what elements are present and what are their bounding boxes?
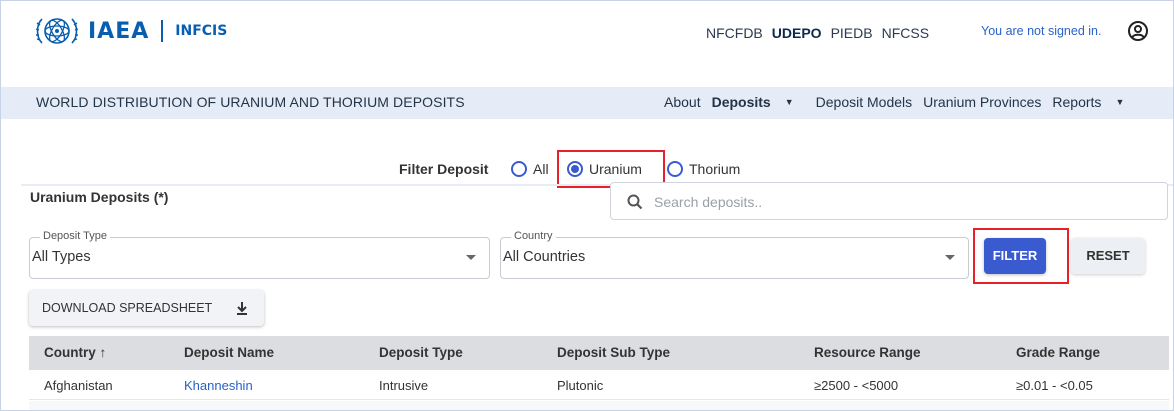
cell-deposit-name-link[interactable]: Khanneshin [184,378,253,393]
deposit-type-select[interactable]: Deposit Type All Types [29,230,490,279]
nav-about[interactable]: About [664,94,701,110]
deposit-type-legend: Deposit Type [40,230,111,242]
column-header-grade-range[interactable]: Grade Range [1016,345,1100,360]
logo-text: IAEA [88,18,150,44]
cell-deposit-sub-type: Plutonic [557,378,604,393]
app-link-piedb[interactable]: PIEDB [831,25,873,41]
logo-separator [161,20,164,42]
nav-deposits-label: Deposits [711,94,771,110]
nav-reports-label: Reports [1052,94,1102,110]
cell-grade-range: ≥0.01 - <0.05 [1016,378,1093,393]
radio-thorium-label: Thorium [689,161,741,177]
nav-deposits[interactable]: Deposits ▼ [712,94,805,110]
app-link-nfcss[interactable]: NFCSS [882,25,929,41]
nav-reports[interactable]: Reports ▼ [1052,94,1135,110]
radio-circle [667,161,683,177]
radio-all-label: All [533,161,549,177]
column-header-resource-range[interactable]: Resource Range [814,345,921,360]
radio-all[interactable]: All [511,161,549,177]
signin-status-link[interactable]: You are not signed in. [981,24,1101,38]
reset-button[interactable]: RESET [1071,238,1145,274]
chevron-down-icon: ▼ [784,97,794,107]
deposit-type-value: All Types [32,249,91,265]
page-frame: IAEA INFCIS NFCFDB UDEPO PIEDB NFCSS You… [0,0,1174,411]
column-header-deposit-sub-type[interactable]: Deposit Sub Type [557,345,670,360]
search-icon [627,194,643,210]
download-icon [237,302,247,315]
nav-links: About Deposits ▼ Deposit Models Uranium P… [664,94,1146,110]
column-header-country[interactable]: Country ↑ [44,345,106,360]
table-row-next [29,401,1169,410]
column-header-deposit-name[interactable]: Deposit Name [184,345,274,360]
section-title: Uranium Deposits (*) [30,189,169,205]
site-title[interactable]: WORLD DISTRIBUTION OF URANIUM AND THORIU… [36,94,465,110]
nav-uranium-provinces[interactable]: Uranium Provinces [923,94,1041,110]
search-placeholder: Search deposits.. [654,194,763,210]
country-select[interactable]: Country All Countries [500,230,969,279]
download-spreadsheet-button[interactable]: DOWNLOAD SPREADSHEET [29,290,264,326]
nav-deposit-models[interactable]: Deposit Models [816,94,913,110]
iaea-emblem-icon [35,18,79,44]
radio-circle [511,161,527,177]
country-legend: Country [511,230,556,242]
download-label: DOWNLOAD SPREADSHEET [42,301,213,315]
filter-highlight-box [973,228,1069,284]
chevron-down-icon: ▼ [1115,97,1125,107]
radio-thorium[interactable]: Thorium [667,161,740,177]
search-input[interactable]: Search deposits.. [610,182,1168,220]
cell-country: Afghanistan [44,378,113,393]
caret-down-icon [466,255,476,260]
column-header-deposit-type[interactable]: Deposit Type [379,345,463,360]
app-switcher: NFCFDB UDEPO PIEDB NFCSS [706,25,938,41]
country-value: All Countries [503,249,586,265]
cell-resource-range: ≥2500 - <5000 [814,378,899,393]
caret-down-icon [945,255,955,260]
cell-deposit-type: Intrusive [379,378,429,393]
filter-deposit-label: Filter Deposit [399,161,489,177]
app-link-udepo[interactable]: UDEPO [772,25,822,41]
logo-subtitle: INFCIS [175,23,228,39]
user-account-icon[interactable] [1127,20,1149,42]
app-link-nfcfdb[interactable]: NFCFDB [706,25,763,41]
iaea-logo[interactable]: IAEA INFCIS [32,13,227,49]
